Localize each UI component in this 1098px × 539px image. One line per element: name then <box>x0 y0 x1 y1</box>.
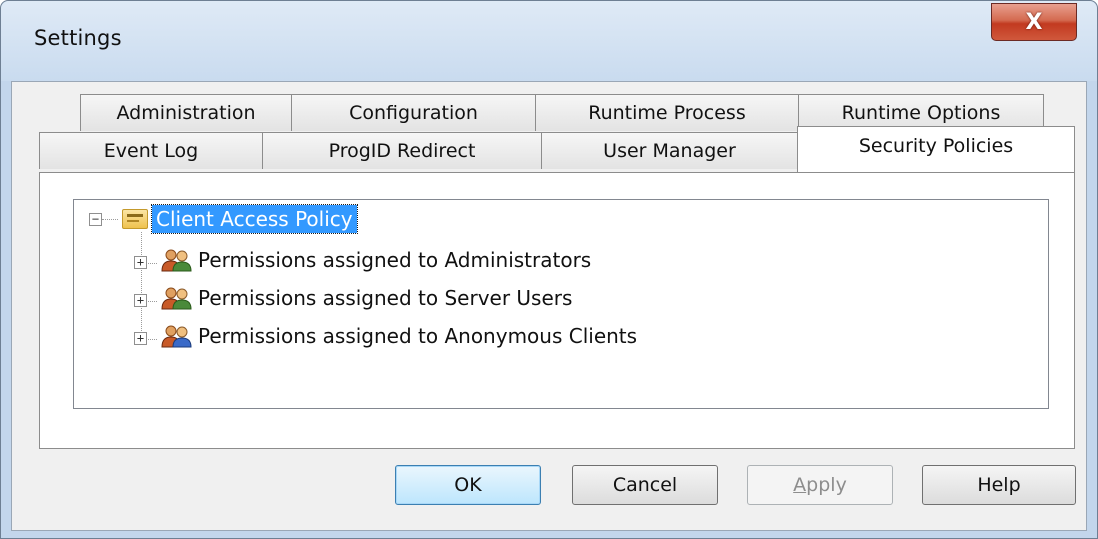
expand-icon[interactable]: + <box>134 294 147 307</box>
tree-item-server-users[interactable]: Permissions assigned to Server Users <box>160 282 572 314</box>
cancel-button[interactable]: Cancel <box>572 465 718 505</box>
tree-item-label: Permissions assigned to Anonymous Client… <box>198 324 638 348</box>
apply-label-rest: pply <box>806 474 847 496</box>
users-icon <box>161 287 192 310</box>
window-title: Settings <box>34 26 122 50</box>
tab-administration[interactable]: Administration <box>80 94 292 131</box>
tree-connector <box>102 219 118 220</box>
users-icon <box>161 325 192 348</box>
policy-tree[interactable]: − Client Access Policy + Permissions ass… <box>73 199 1049 409</box>
tab-user-manager[interactable]: User Manager <box>541 132 798 169</box>
ok-button[interactable]: OK <box>395 465 541 505</box>
close-icon: X <box>1025 9 1043 35</box>
close-button[interactable]: X <box>991 3 1077 41</box>
users-icon <box>161 249 192 272</box>
dialog-body: Administration Configuration Runtime Pro… <box>11 81 1087 531</box>
expand-icon[interactable]: + <box>134 332 147 345</box>
apply-button[interactable]: Apply <box>747 465 893 505</box>
tree-item-label: Client Access Policy <box>151 204 358 234</box>
expand-icon[interactable]: + <box>134 256 147 269</box>
settings-window: Settings X Administration Configuration … <box>0 0 1098 539</box>
help-button[interactable]: Help <box>922 465 1076 505</box>
tree-item-administrators[interactable]: Permissions assigned to Administrators <box>160 244 591 276</box>
tree-item-label: Permissions assigned to Administrators <box>198 248 592 272</box>
tree-connector <box>141 232 142 335</box>
security-policies-panel: − Client Access Policy + Permissions ass… <box>39 172 1075 449</box>
tab-configuration[interactable]: Configuration <box>291 94 536 131</box>
tree-item-root[interactable]: Client Access Policy <box>122 203 358 235</box>
apply-accelerator: A <box>793 474 807 496</box>
tree-item-label: Permissions assigned to Server Users <box>198 286 573 310</box>
tab-security-policies[interactable]: Security Policies <box>797 126 1075 172</box>
tab-progid-redirect[interactable]: ProgID Redirect <box>262 132 542 169</box>
tab-event-log[interactable]: Event Log <box>39 132 263 169</box>
collapse-icon[interactable]: − <box>89 213 102 226</box>
policy-icon <box>122 209 148 229</box>
tab-runtime-process[interactable]: Runtime Process <box>535 94 799 131</box>
title-bar[interactable]: Settings X <box>1 1 1097 81</box>
tree-item-anonymous-clients[interactable]: Permissions assigned to Anonymous Client… <box>160 320 637 352</box>
